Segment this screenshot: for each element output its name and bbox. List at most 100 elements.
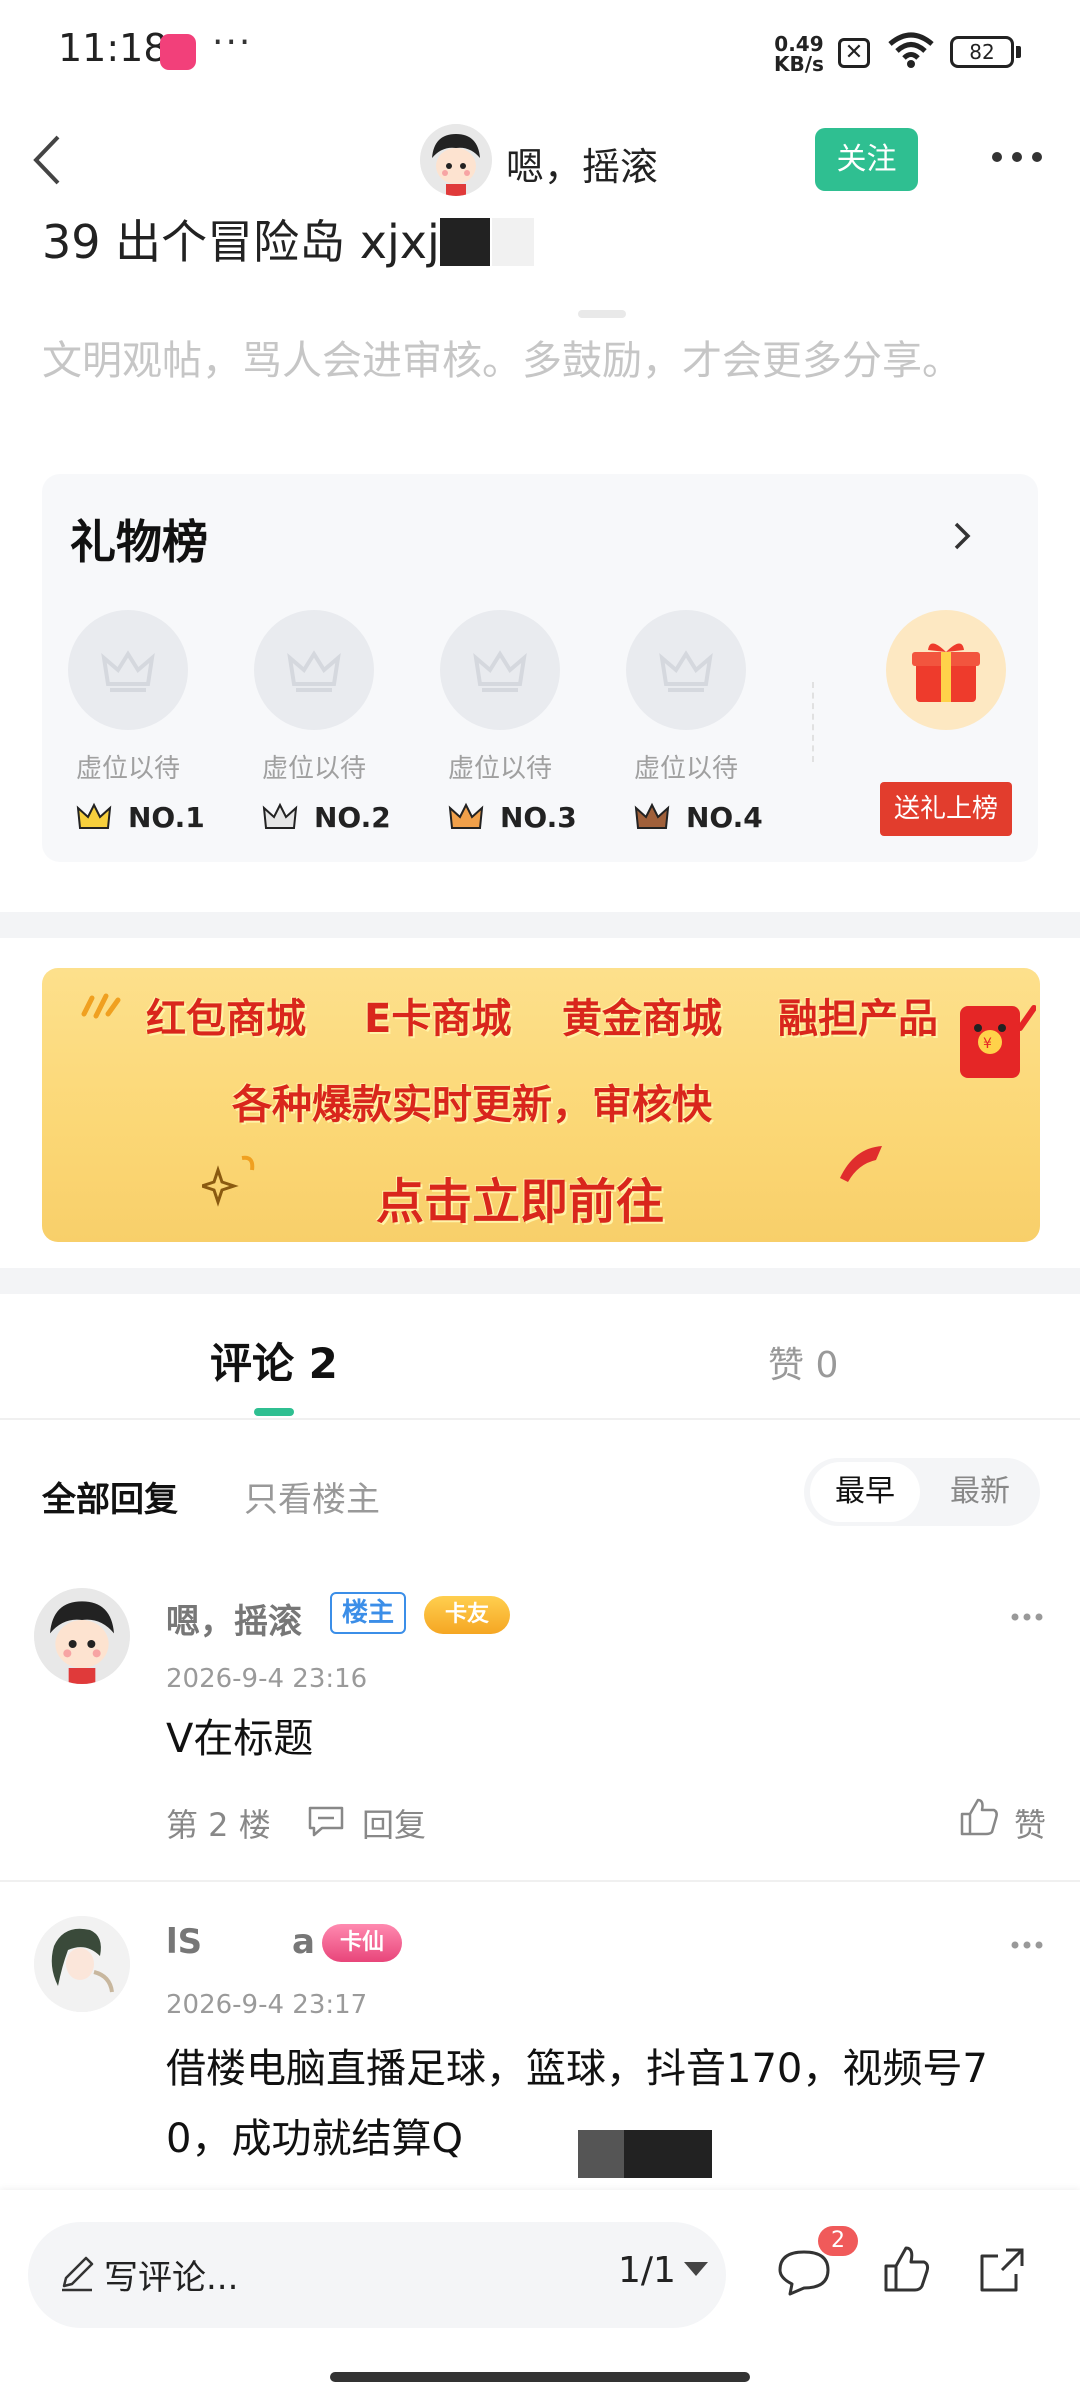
tab-likes[interactable]: 赞 0 [768,1336,838,1388]
reply-button[interactable]: 回复 [362,1800,426,1846]
red-envelope-flake-icon [840,1146,882,1182]
thumbs-up-icon[interactable] [882,2244,930,2294]
page-title: 嗯，摇滚 [506,145,659,189]
comment-bubble-icon[interactable] [776,2246,832,2298]
comment-timestamp: 2026-9-4 23:17 [166,1990,368,2020]
thumbs-up-icon[interactable] [958,1796,1000,1838]
rank-crown-icon [262,802,298,829]
comment-more-icon[interactable] [1010,1612,1044,1622]
anime-avatar-icon [34,1916,130,2012]
no-sim-icon: ✕ [838,38,870,68]
gift-slot-label: 虚位以待 [447,754,552,784]
gift-slot-2[interactable] [254,610,374,730]
level-badge: 卡仙 [322,1924,402,1962]
text-redaction [578,2130,624,2178]
gift-slot-label: 虚位以待 [633,754,738,784]
app-notification-icon [160,34,196,70]
floor-number: 第 2 楼 [166,1806,271,1844]
gift-divider [812,682,814,762]
banner-item: E卡商城 [364,996,512,1042]
comments-divider [0,1880,1080,1882]
community-notice: 文明观帖，骂人会进审核。多鼓励，才会更多分享。 [42,338,962,384]
banner-item: 黄金商城 [562,996,722,1042]
network-speed: 0.49 KB/s [774,34,824,74]
rank-crown-icon [76,802,112,829]
comment-timestamp: 2026-9-4 23:16 [166,1664,368,1694]
status-time: 11:18 [58,26,168,70]
gift-box-icon [912,643,980,702]
gift-slot-4[interactable] [626,610,746,730]
scroll-indicator [578,310,626,318]
banner-item: 融担产品 [778,996,938,1042]
svg-text:¥: ¥ [983,1036,992,1052]
gift-slot-rank: NO.2 [314,801,391,834]
red-envelope-mascot-icon: ¥ [960,1005,1036,1078]
gift-slot-rank: NO.1 [128,801,205,834]
redaction-block-fade [492,218,534,266]
cartoon-avatar-icon [34,1588,130,1684]
comment-text: V在标题 [166,1716,314,1762]
page-indicator[interactable]: 1/1 [618,2250,676,2291]
sort-latest-button[interactable]: 最新 [930,1462,1030,1522]
filter-op-only[interactable]: 只看楼主 [244,1472,380,1521]
gift-slot-label: 虚位以待 [261,754,366,784]
like-button[interactable]: 赞 [1014,1800,1046,1846]
empty-crown-icon [287,650,341,692]
cartoon-avatar-icon [420,124,492,196]
gift-slot-1[interactable] [68,610,188,730]
redaction-block [440,218,490,266]
empty-crown-icon [659,650,713,692]
gift-slot-rank: NO.3 [500,801,577,834]
commenter-name-suffix[interactable]: a [292,1922,315,1962]
empty-crown-icon [473,650,527,692]
section-separator [0,1268,1080,1294]
sort-earliest-button[interactable]: 最早 [810,1462,920,1522]
chevron-right-icon[interactable] [944,516,980,556]
caret-down-icon[interactable] [684,2262,708,2276]
reply-bubble-icon[interactable] [306,1804,346,1838]
follow-button[interactable]: 关注 [815,128,918,191]
share-icon[interactable] [976,2244,1030,2296]
comment-text-line-2: 0，成功就结算Q [166,2116,463,2162]
send-gift-button[interactable]: 送礼上榜 [880,782,1012,836]
section-separator [0,912,1080,938]
home-indicator[interactable] [330,2372,750,2382]
active-tab-indicator [254,1408,294,1416]
commenter-avatar[interactable] [34,1916,130,2012]
network-speed-unit: KB/s [774,52,824,76]
wifi-icon [888,32,934,68]
gift-board-title: 礼物榜 [70,515,208,569]
tab-comments[interactable]: 评论 2 [210,1330,338,1391]
battery-indicator: 82 [950,36,1014,68]
name-redaction [210,1920,292,1964]
comment-text-line-1: 借楼电脑直播足球，篮球，抖音170，视频号7 [166,2046,988,2092]
banner-item: 红包商城 [146,996,306,1042]
comment-count-badge: 2 [818,2226,858,2256]
gift-box-button[interactable] [886,610,1006,730]
op-badge: 楼主 [330,1592,406,1634]
sparkle-icon [81,993,121,1019]
filter-all-replies[interactable]: 全部回复 [42,1472,178,1521]
gift-slot-rank: NO.4 [686,801,763,834]
level-badge: 卡友 [424,1596,510,1634]
gift-slot-3[interactable] [440,610,560,730]
tabs-divider [0,1418,1080,1420]
commenter-avatar[interactable] [34,1588,130,1684]
pen-icon [62,2256,94,2292]
comment-input-placeholder[interactable]: 写评论... [104,2250,238,2299]
back-arrow-icon[interactable] [22,125,72,195]
author-avatar[interactable] [420,124,492,196]
banner-cta[interactable]: 点击立即前往 [376,1162,664,1232]
battery-tip [1016,46,1021,58]
commenter-name-prefix[interactable]: lS [166,1922,202,1962]
more-options-icon[interactable] [990,150,1044,164]
promo-banner[interactable]: 红包商城 E卡商城 黄金商城 融担产品 各种爆款实时更新，审核快 点击立即前往 … [42,968,1040,1242]
banner-subtitle: 各种爆款实时更新，审核快 [232,1082,712,1128]
rank-crown-icon [448,802,484,829]
status-more-icon: ··· [212,22,253,63]
network-speed-value: 0.49 [774,32,824,56]
commenter-name[interactable]: 嗯，摇滚 [166,1594,302,1643]
text-redaction [624,2130,712,2178]
empty-crown-icon [101,650,155,692]
comment-more-icon[interactable] [1010,1940,1044,1950]
